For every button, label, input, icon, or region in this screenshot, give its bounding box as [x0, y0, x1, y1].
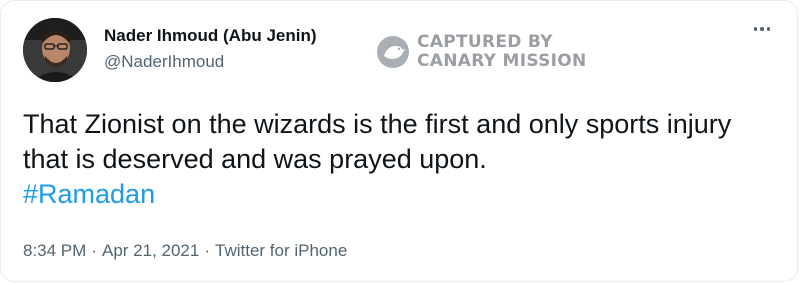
hashtag-link[interactable]: #Ramadan: [23, 179, 155, 209]
more-options-button[interactable]: [747, 19, 777, 39]
tweet-date[interactable]: Apr 21, 2021: [102, 241, 199, 260]
watermark-line-2: CANARY MISSION: [417, 51, 587, 71]
tweet-body: That Zionist on the wizards is the first…: [23, 107, 763, 212]
tweet-meta: 8:34 PM · Apr 21, 2021 · Twitter for iPhone: [23, 241, 347, 261]
author-handle[interactable]: @NaderIhmoud: [104, 51, 317, 73]
capture-watermark: CAPTURED BY CANARY MISSION: [375, 33, 587, 71]
author-info: Nader Ihmoud (Abu Jenin) @NaderIhmoud: [104, 25, 317, 73]
canary-bird-icon: [377, 36, 409, 68]
meta-separator: ·: [204, 241, 211, 260]
meta-separator: ·: [91, 241, 97, 260]
tweet-source[interactable]: Twitter for iPhone: [215, 241, 347, 260]
more-horizontal-icon: [753, 27, 758, 31]
tweet-text: That Zionist on the wizards is the first…: [23, 109, 732, 174]
avatar[interactable]: [23, 18, 87, 82]
watermark-line-1: CAPTURED BY: [417, 32, 553, 52]
tweet-time[interactable]: 8:34 PM: [23, 241, 86, 260]
tweet-card: Nader Ihmoud (Abu Jenin) @NaderIhmoud CA…: [0, 0, 798, 282]
author-display-name[interactable]: Nader Ihmoud (Abu Jenin): [104, 25, 317, 47]
